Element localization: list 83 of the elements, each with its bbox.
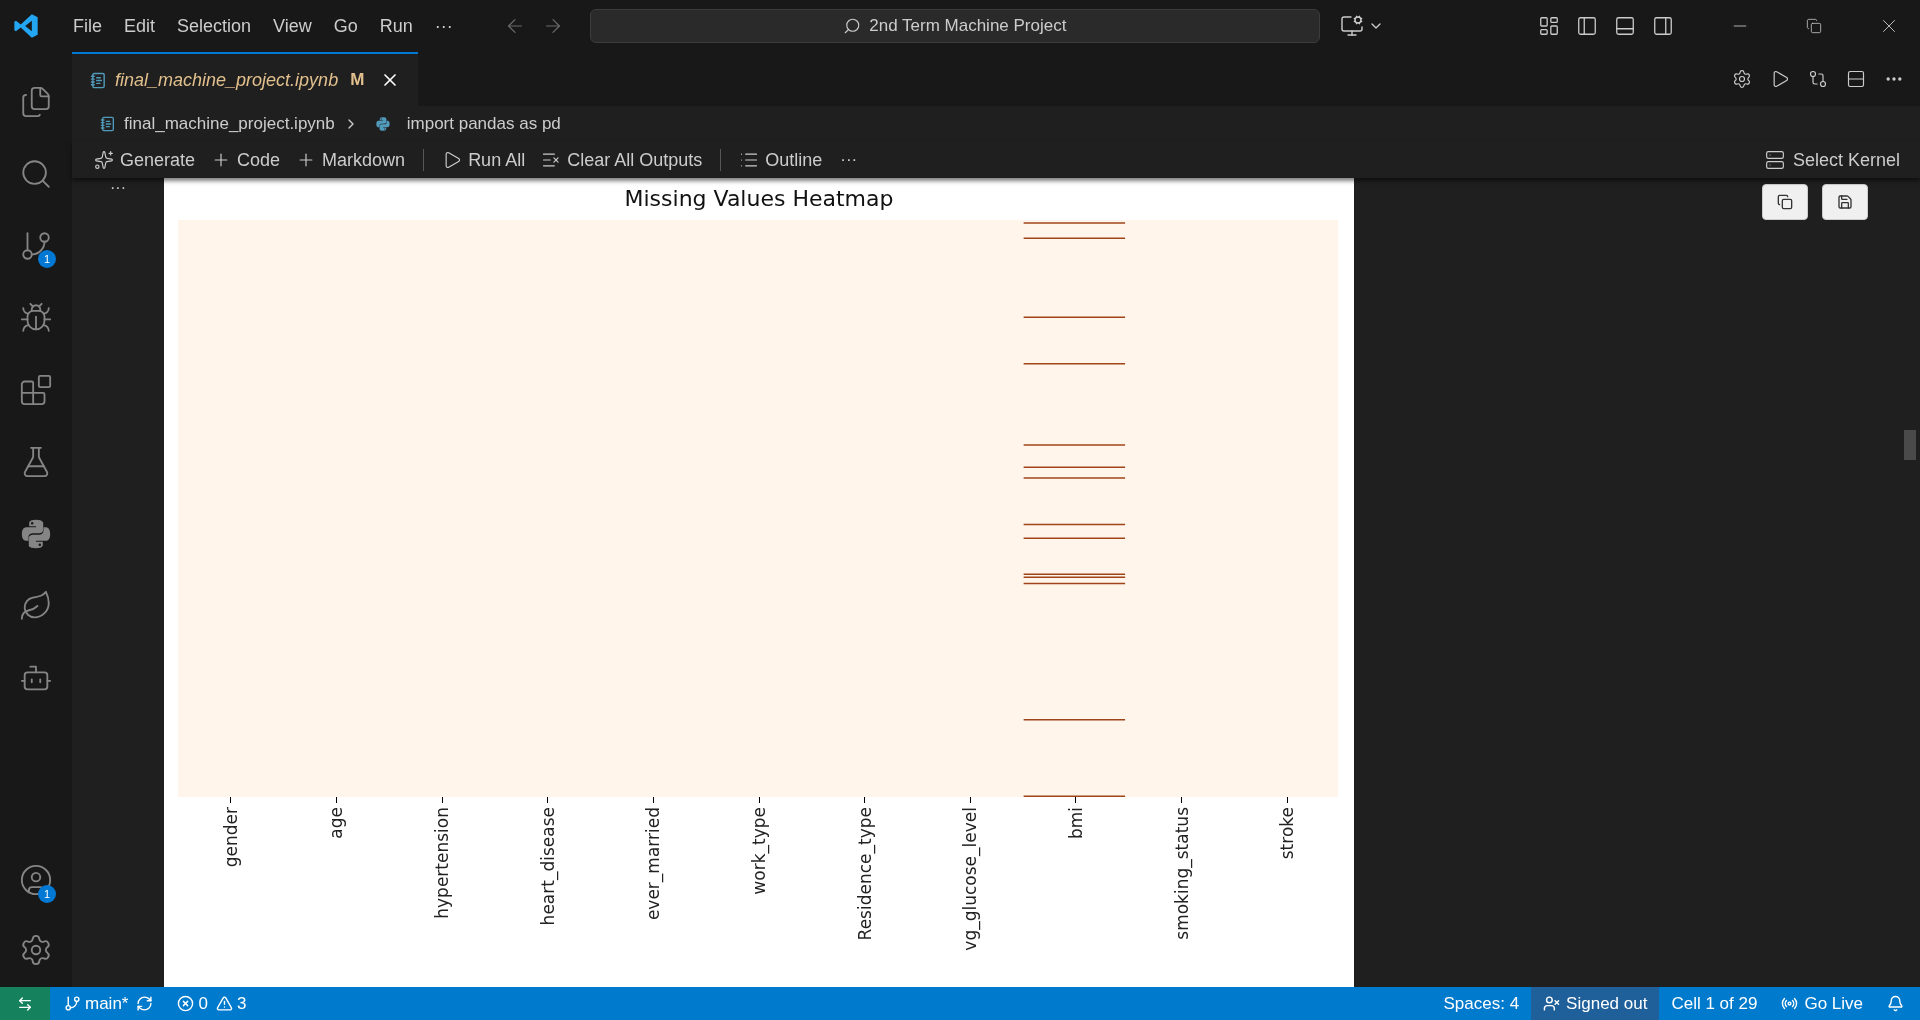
axis-label: age [326,807,347,839]
settings-icon[interactable] [19,933,53,967]
panel-left-icon[interactable] [1576,15,1598,37]
axis-label: work_type [749,807,769,895]
split-editor-icon[interactable] [1846,69,1866,89]
compare-icon[interactable] [1808,69,1828,89]
toolbar-button[interactable]: Code [203,146,289,174]
axis-label: bmi [1065,807,1086,840]
notebook-icon [90,71,107,89]
menu-item[interactable]: Go [322,12,369,40]
axis-label: smoking_status [1171,807,1192,940]
toolbar-button[interactable]: Markdown [288,146,414,174]
notification-badge: 1 [38,250,56,268]
toolbar-button[interactable]: Run All [434,146,534,174]
menu-item[interactable]: View [262,12,323,40]
save-icon [1837,194,1853,210]
search-icon[interactable] [19,157,53,191]
save-button[interactable] [1822,184,1868,220]
search-icon [843,17,862,35]
more-button[interactable]: ··· [830,147,868,173]
sparkle-icon [94,150,114,170]
status-item[interactable]: Spaces: 4 [1431,987,1532,1020]
bell-icon [1887,995,1904,1012]
remote-button[interactable] [0,987,50,1020]
project-title: 2nd Term Machine Project [869,15,1067,38]
copy-icon [1777,194,1793,210]
remote-icon [17,995,33,1012]
branch-icon [64,995,81,1012]
sync-icon[interactable] [136,995,154,1012]
copilot-status-icon[interactable] [1339,14,1364,38]
breadcrumb-item[interactable]: import pandas as pd [406,111,561,137]
signed-out-icon [1543,995,1561,1012]
copy-button[interactable] [1762,184,1808,220]
menu-item[interactable]: File [62,12,113,40]
chart-title: Missing Values Heatmap [624,185,894,213]
axis-label: vg_glucose_level [960,807,981,951]
run-debug-icon[interactable] [19,301,53,335]
restore-icon[interactable] [1806,18,1822,34]
go-live-button[interactable]: Go Live [1769,987,1875,1020]
notebook-icon [100,116,116,132]
panel-bottom-icon[interactable] [1614,15,1636,37]
files-icon[interactable] [19,85,53,119]
warning-count[interactable]: 3 [236,990,247,1017]
layout-icon[interactable] [1538,15,1560,37]
menu-item[interactable]: Edit [113,12,167,40]
extensions-icon[interactable] [19,373,53,407]
menu-item[interactable]: Selection [166,12,263,40]
cell-more-button[interactable]: ··· [110,180,126,987]
branch-name[interactable]: main* [85,990,129,1017]
editor-tab[interactable]: final_machine_project.ipynb M [72,52,419,106]
axis-label: hypertension [432,807,453,919]
select-kernel-button[interactable]: Select Kernel [1764,146,1900,174]
editor-logo-icon [12,12,40,40]
modified-indicator: M [350,69,365,92]
tab-label: final_machine_project.ipynb [115,68,339,92]
toolbar-button[interactable]: Outline [731,146,831,174]
axis-label: ever_married [643,807,664,921]
breadcrumb-item[interactable]: final_machine_project.ipynb [124,111,335,137]
settings-icon[interactable] [1732,69,1752,89]
python-icon [374,116,391,132]
axis-label: heart_disease [537,807,558,926]
broadcast-icon [1781,995,1799,1012]
account-icon[interactable] [19,863,53,897]
status-item[interactable]: Cell 1 of 29 [1659,987,1770,1020]
source-control-icon[interactable] [19,229,53,263]
leaf-icon[interactable] [19,589,53,623]
error-count[interactable]: 0 [198,990,208,1017]
error-icon [177,995,195,1012]
panel-right-icon[interactable] [1652,15,1674,37]
command-center[interactable]: 2nd Term Machine Project [589,9,1320,43]
toolbar-button[interactable]: Clear All Outputs [533,146,711,174]
toolbar-button[interactable]: Generate [86,146,204,174]
kernel-icon [1764,150,1785,170]
axis-label: stroke [1277,807,1298,860]
axis-label: gender [220,807,241,868]
python-icon[interactable] [19,517,53,551]
warning-icon [215,995,233,1012]
menu-item[interactable]: Run [368,12,424,40]
axis-label: Residence_type [854,807,875,941]
notification-badge: 1 [38,885,56,903]
menu-item[interactable]: ··· [423,12,464,40]
scrollbar-thumb [1904,430,1916,460]
account-status[interactable]: Signed out [1531,987,1660,1020]
